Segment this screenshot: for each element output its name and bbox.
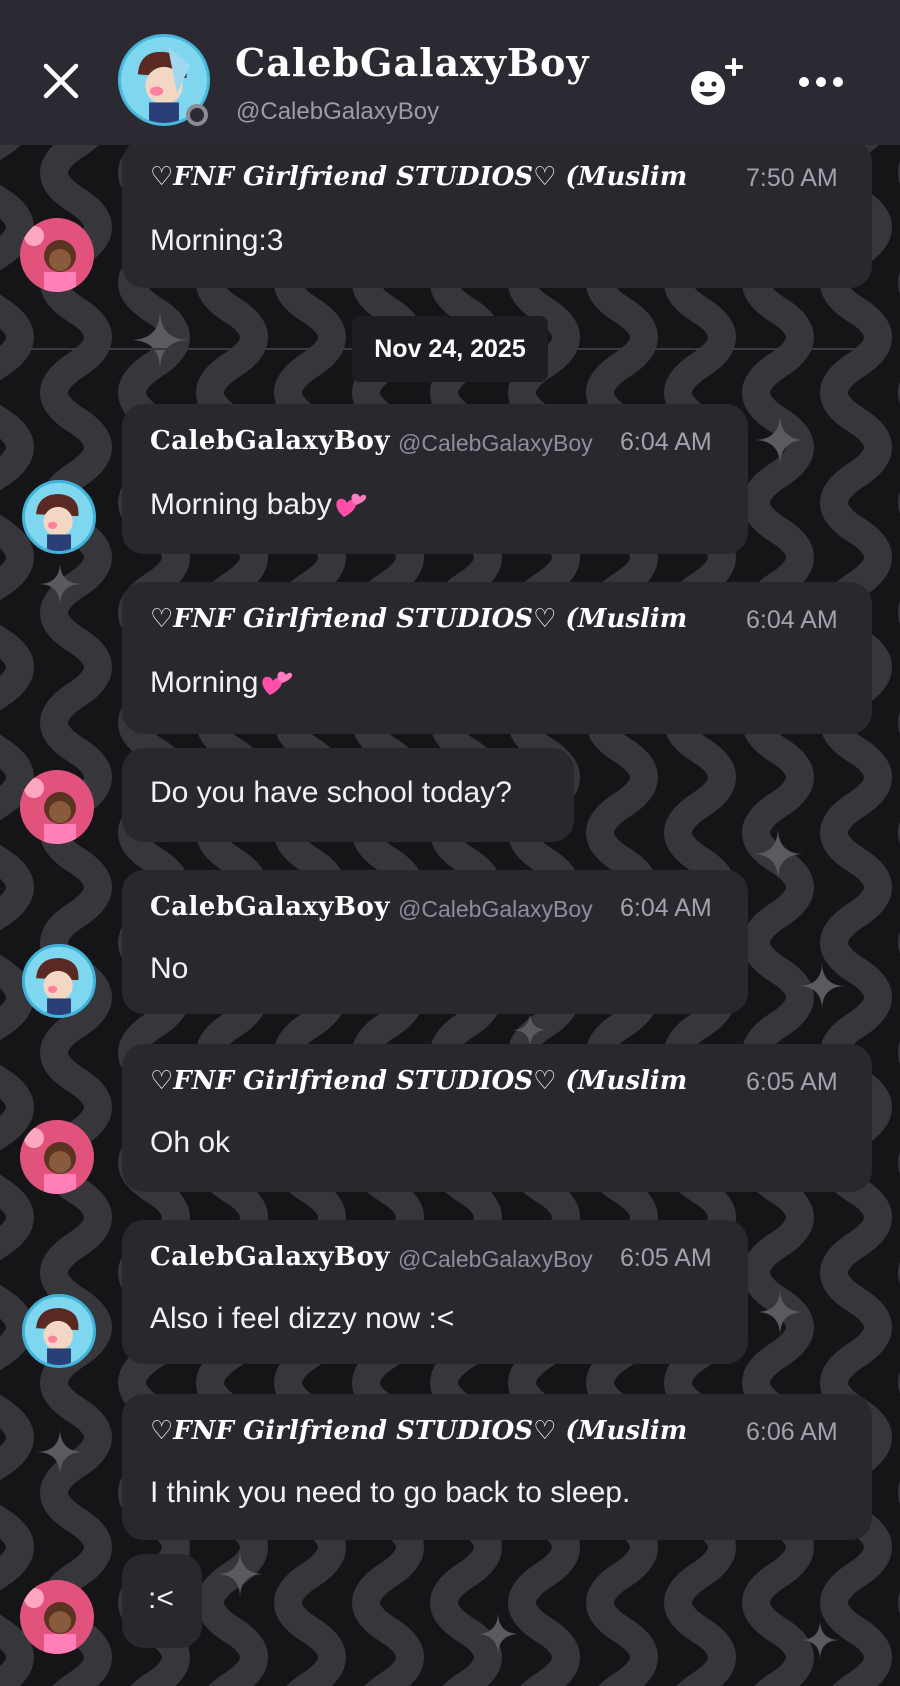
message-time: 6:04 AM (620, 428, 712, 456)
message-handle: @CalebGalaxyBoy (398, 430, 593, 456)
avatar[interactable] (20, 218, 94, 292)
message-time: 6:05 AM (620, 1244, 712, 1272)
message-text: Morning baby (150, 488, 332, 521)
chat-handle: @CalebGalaxyBoy (236, 98, 440, 125)
message-bubble[interactable]: ♡FNF Girlfriend STUDIOS♡ (Muslim 6:04 AM… (122, 582, 872, 734)
message-author: ♡FNF Girlfriend STUDIOS♡ (Muslim (150, 604, 688, 634)
two-hearts-emoji (262, 671, 293, 696)
add-user-button[interactable] (688, 56, 748, 108)
close-button[interactable] (38, 58, 84, 104)
avatar[interactable] (20, 1120, 94, 1194)
message-bubble[interactable]: ♡FNF Girlfriend STUDIOS♡ (Muslim 7:50 AM… (122, 140, 872, 288)
message-bubble[interactable]: ♡FNF Girlfriend STUDIOS♡ (Muslim 6:06 AM… (122, 1394, 872, 1540)
message-author: CalebGalaxyBoy (150, 892, 390, 922)
avatar[interactable] (22, 1294, 96, 1368)
message-bubble[interactable]: ♡FNF Girlfriend STUDIOS♡ (Muslim 6:05 AM… (122, 1044, 872, 1192)
message-text: Oh ok (150, 1126, 231, 1159)
message-bubble[interactable]: CalebGalaxyBoy @CalebGalaxyBoy 6:04 AM N… (122, 870, 748, 1014)
message-bubble[interactable]: CalebGalaxyBoy @CalebGalaxyBoy 6:05 AM A… (122, 1220, 748, 1364)
message-text: Morning (150, 666, 259, 699)
avatar[interactable] (20, 770, 94, 844)
avatar[interactable] (22, 480, 96, 554)
message-author: ♡FNF Girlfriend STUDIOS♡ (Muslim (150, 1066, 688, 1096)
message-time: 6:05 AM (746, 1068, 838, 1096)
more-icon (799, 77, 843, 87)
message-time: 6:04 AM (746, 606, 838, 634)
message-text: Morning:3 (150, 224, 284, 257)
message-text: No (150, 952, 189, 985)
message-bubble[interactable]: CalebGalaxyBoy @CalebGalaxyBoy 6:04 AM M… (122, 404, 748, 554)
add-user-icon (691, 58, 743, 105)
message-author: ♡FNF Girlfriend STUDIOS♡ (Muslim (150, 162, 688, 192)
status-indicator (186, 104, 208, 126)
date-divider: Nov 24, 2025 (352, 316, 548, 382)
message-text: :< (148, 1582, 174, 1615)
message-handle: @CalebGalaxyBoy (398, 1246, 593, 1272)
avatar[interactable] (20, 1580, 94, 1654)
message-author: CalebGalaxyBoy (150, 1242, 390, 1272)
message-author: CalebGalaxyBoy (150, 426, 390, 456)
avatar[interactable] (22, 944, 96, 1018)
two-hearts-emoji (336, 493, 366, 518)
message-text: Do you have school today? (150, 776, 512, 809)
message-bubble[interactable]: :< (122, 1554, 202, 1648)
message-text: I think you need to go back to sleep. (150, 1476, 631, 1509)
message-bubble[interactable]: Do you have school today? (122, 748, 574, 842)
message-handle: @CalebGalaxyBoy (398, 896, 593, 922)
more-button[interactable] (796, 62, 846, 102)
chat-title: CalebGalaxyBoy (235, 40, 590, 85)
message-time: 6:06 AM (746, 1418, 838, 1446)
message-time: 6:04 AM (620, 894, 712, 922)
close-icon (43, 63, 79, 99)
message-author: ♡FNF Girlfriend STUDIOS♡ (Muslim (150, 1416, 688, 1446)
message-text: Also i feel dizzy now :< (150, 1302, 455, 1335)
chat-header: CalebGalaxyBoy @CalebGalaxyBoy (0, 0, 900, 145)
message-time: 7:50 AM (746, 164, 838, 192)
